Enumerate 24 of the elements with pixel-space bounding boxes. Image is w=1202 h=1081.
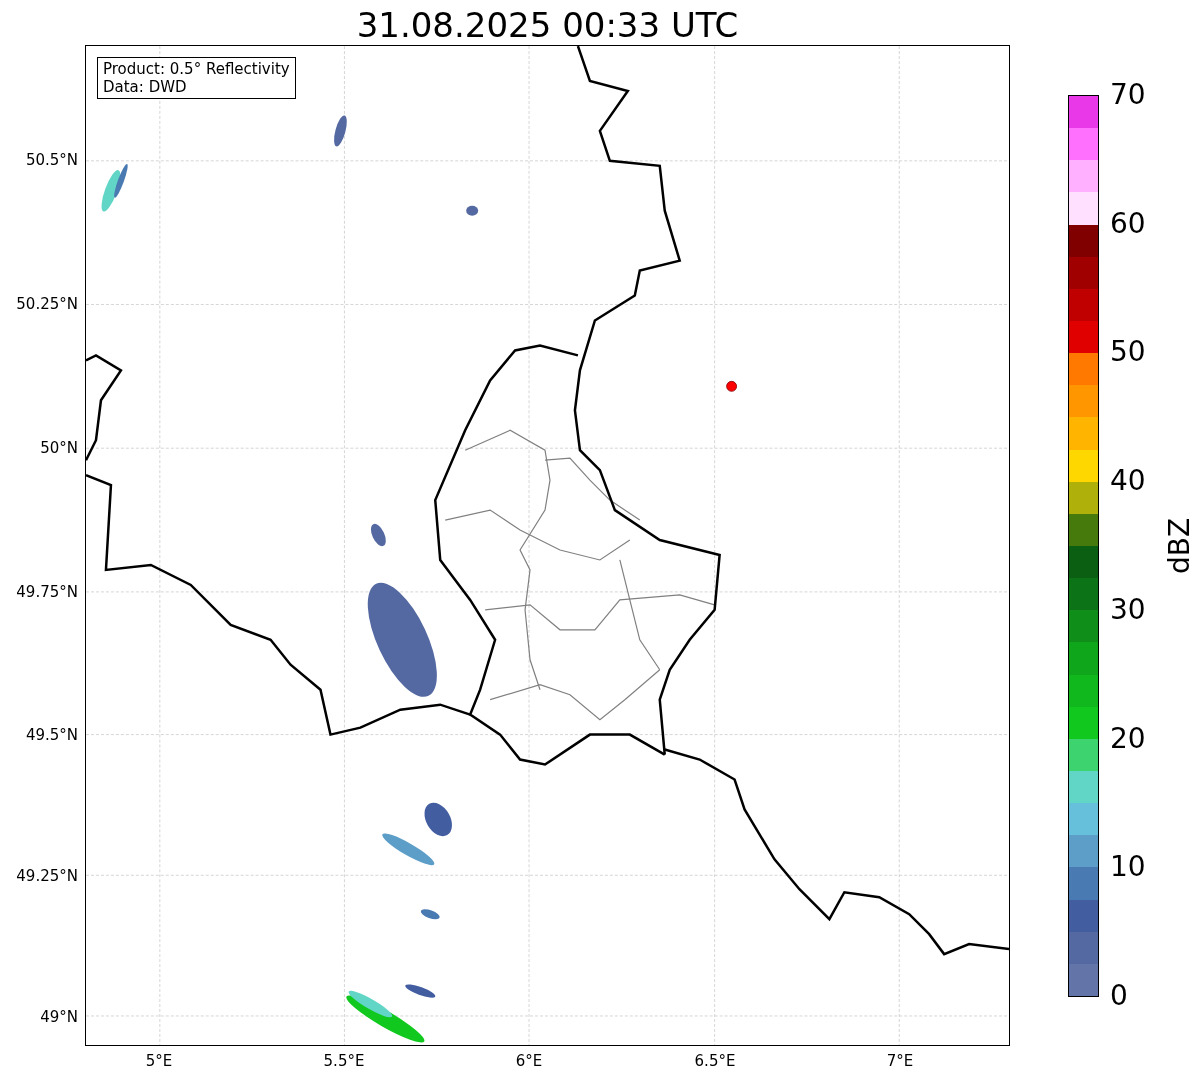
latitude-label: 49.75°N	[15, 583, 78, 601]
colorbar-label: dBZ	[1164, 516, 1196, 577]
colorbar-tick-label: 20	[1110, 722, 1146, 755]
latitude-label: 50.5°N	[24, 151, 78, 169]
colorbar-tick-label: 30	[1110, 593, 1146, 626]
longitude-label: 7°E	[885, 1052, 915, 1070]
colorbar-tick-label: 10	[1110, 851, 1146, 884]
latitude-label: 49.5°N	[24, 726, 78, 744]
chart-title: 31.08.2025 00:33 UTC	[355, 4, 740, 46]
latitude-label: 49°N	[39, 1008, 78, 1026]
colorbar-tick-label: 50	[1110, 336, 1146, 369]
longitude-label: 6°E	[514, 1052, 544, 1070]
colorbar-tick-label: 60	[1110, 207, 1146, 240]
latitude-label: 50.25°N	[15, 295, 78, 313]
colorbar-tick-label: 70	[1110, 79, 1146, 111]
longitude-label: 6.5°E	[693, 1052, 737, 1070]
longitude-label: 5°E	[144, 1052, 174, 1070]
colorbar-tick-label: 40	[1110, 465, 1146, 498]
info-text: Data: DWD	[103, 78, 188, 96]
longitude-label: 5.5°E	[322, 1052, 366, 1070]
latitude-label: 50°N	[39, 439, 78, 457]
colorbar-tick-label: 0	[1110, 980, 1128, 1012]
latitude-label: 49.25°N	[15, 867, 78, 885]
info-text: Product: 0.5° Reflectivity	[103, 60, 290, 78]
